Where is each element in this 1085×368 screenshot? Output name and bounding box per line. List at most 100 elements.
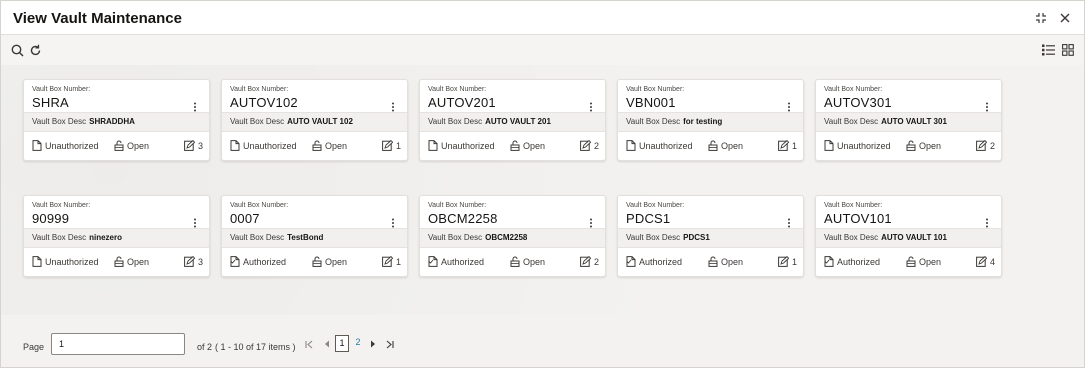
vault-box-number-label: Vault Box Number: — [626, 86, 685, 93]
vault-box-desc-label: Vault Box Desc — [626, 117, 681, 126]
unauthorized-doc-icon — [824, 140, 834, 151]
card-status-row: Unauthorized Open 2 — [816, 132, 1001, 160]
modification-count: 1 — [382, 256, 401, 267]
kebab-menu-icon[interactable] — [985, 215, 991, 228]
modification-count-text: 2 — [594, 140, 600, 151]
auth-status: Authorized — [428, 256, 484, 267]
vault-box-card[interactable]: Vault Box Number: AUTOV101 Vault Box Desc A… — [815, 195, 1002, 277]
page-button-1[interactable]: 1 — [335, 335, 349, 352]
edit-icon — [382, 256, 393, 267]
vault-maintenance-window: View Vault Maintenance Vault Box Number:… — [0, 0, 1085, 368]
lock-open-icon — [906, 256, 916, 267]
record-status: Open — [114, 256, 149, 267]
card-status-row: Unauthorized Open 2 — [420, 132, 605, 160]
vault-box-desc-row: Vault Box Desc AUTO VAULT 102 — [222, 112, 407, 132]
modification-count-text: 4 — [990, 256, 996, 267]
edit-icon — [580, 140, 591, 151]
grid-view-icon[interactable] — [1060, 42, 1076, 58]
auth-status-text: Authorized — [243, 256, 287, 267]
kebab-menu-icon[interactable] — [787, 215, 793, 228]
card-status-row: Unauthorized Open 3 — [24, 248, 209, 276]
record-status: Open — [906, 256, 941, 267]
list-view-icon[interactable] — [1040, 42, 1056, 58]
vault-box-desc-value: TestBond — [287, 233, 324, 242]
lock-open-icon — [312, 256, 322, 267]
record-status: Open — [708, 140, 743, 151]
vault-box-desc-label: Vault Box Desc — [428, 117, 483, 126]
refresh-icon[interactable] — [27, 42, 43, 58]
first-page-icon[interactable] — [303, 337, 315, 351]
kebab-menu-icon[interactable] — [787, 99, 793, 112]
vault-box-card[interactable]: Vault Box Number: OBCM2258 Vault Box Desc O… — [419, 195, 606, 277]
toolbar — [1, 37, 1084, 65]
kebab-menu-icon[interactable] — [589, 215, 595, 228]
prev-page-icon[interactable] — [321, 337, 333, 351]
auth-status-text: Authorized — [837, 256, 881, 267]
vault-box-number: SHRA — [32, 95, 69, 110]
vault-box-card[interactable]: Vault Box Number: AUTOV102 Vault Box Desc A… — [221, 79, 408, 161]
modification-count: 3 — [184, 140, 203, 151]
kebab-menu-icon[interactable] — [391, 99, 397, 112]
vault-box-desc-label: Vault Box Desc — [230, 117, 285, 126]
vault-box-desc-label: Vault Box Desc — [230, 233, 285, 242]
lock-open-icon — [312, 140, 322, 151]
page-label: Page — [23, 342, 45, 352]
vault-box-desc-value: ninezero — [89, 233, 123, 242]
items-range-label: ( 1 - 10 of 17 items ) — [215, 342, 296, 352]
search-icon[interactable] — [9, 42, 25, 58]
vault-box-card[interactable]: Vault Box Number: 0007 Vault Box Desc TestB… — [221, 195, 408, 277]
modification-count: 1 — [778, 256, 797, 267]
vault-box-card[interactable]: Vault Box Number: SHRA Vault Box Desc SHRAD… — [23, 79, 210, 161]
auth-status: Authorized — [230, 256, 286, 267]
vault-box-desc-value: AUTO VAULT 301 — [881, 117, 947, 126]
kebab-menu-icon[interactable] — [985, 99, 991, 112]
vault-box-number-label: Vault Box Number: — [428, 86, 487, 93]
record-status-text: Open — [127, 140, 150, 151]
record-status-text: Open — [523, 256, 546, 267]
unauthorized-doc-icon — [428, 140, 438, 151]
lock-open-icon — [114, 256, 124, 267]
record-status-text: Open — [721, 256, 744, 267]
kebab-menu-icon[interactable] — [391, 215, 397, 228]
auth-status-text: Unauthorized — [837, 140, 891, 151]
record-status-text: Open — [325, 140, 348, 151]
next-page-icon[interactable] — [367, 337, 379, 351]
modification-count: 2 — [580, 256, 599, 267]
vault-box-number: OBCM2258 — [428, 211, 498, 226]
authorized-doc-icon — [626, 256, 636, 267]
close-icon[interactable] — [1058, 10, 1072, 26]
record-status: Open — [114, 140, 149, 151]
modification-count-text: 2 — [594, 256, 600, 267]
modification-count-text: 1 — [792, 140, 798, 151]
title-bar: View Vault Maintenance — [1, 1, 1084, 35]
kebab-menu-icon[interactable] — [193, 215, 199, 228]
vault-box-desc-row: Vault Box Desc for testing — [618, 112, 803, 132]
kebab-menu-icon[interactable] — [589, 99, 595, 112]
vault-box-card[interactable]: Vault Box Number: AUTOV301 Vault Box Desc A… — [815, 79, 1002, 161]
card-status-row: Authorized Open 4 — [816, 248, 1001, 276]
record-status: Open — [906, 140, 941, 151]
vault-box-desc-row: Vault Box Desc OBCM2258 — [420, 228, 605, 248]
vault-box-card[interactable]: Vault Box Number: AUTOV201 Vault Box Desc A… — [419, 79, 606, 161]
modification-count-text: 3 — [198, 140, 204, 151]
vault-box-card[interactable]: Vault Box Number: VBN001 Vault Box Desc for… — [617, 79, 804, 161]
vault-box-desc-row: Vault Box Desc ninezero — [24, 228, 209, 248]
vault-box-card[interactable]: Vault Box Number: PDCS1 Vault Box Desc PDCS… — [617, 195, 804, 277]
kebab-menu-icon[interactable] — [193, 99, 199, 112]
record-status: Open — [312, 140, 347, 151]
modification-count-text: 3 — [198, 256, 204, 267]
resize-icon[interactable] — [1034, 10, 1048, 26]
lock-open-icon — [906, 140, 916, 151]
vault-box-desc-row: Vault Box Desc TestBond — [222, 228, 407, 248]
auth-status: Unauthorized — [626, 140, 693, 151]
last-page-icon[interactable] — [383, 337, 395, 351]
lock-open-icon — [510, 256, 520, 267]
unauthorized-doc-icon — [32, 140, 42, 151]
vault-box-desc-value: AUTO VAULT 101 — [881, 233, 947, 242]
vault-box-desc-value: for testing — [683, 117, 723, 126]
modification-count-text: 1 — [396, 140, 402, 151]
page-number-input[interactable] — [51, 333, 185, 355]
page-button-2[interactable]: 2 — [353, 335, 363, 352]
vault-box-number: AUTOV102 — [230, 95, 298, 110]
vault-box-card[interactable]: Vault Box Number: 90999 Vault Box Desc nine… — [23, 195, 210, 277]
